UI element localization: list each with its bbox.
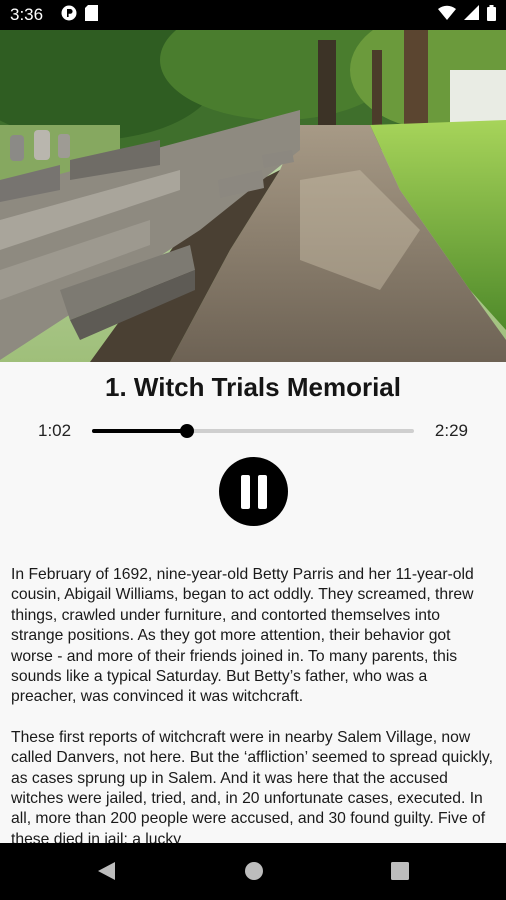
navigation-bar — [0, 843, 506, 900]
track-title: 1. Witch Trials Memorial — [105, 372, 401, 402]
seek-bar-thumb[interactable] — [179, 424, 194, 438]
description-paragraph-1: In February of 1692, nine-year-old Betty… — [11, 566, 474, 706]
battery-icon — [487, 4, 496, 26]
pause-icon — [240, 474, 267, 509]
pause-button[interactable] — [219, 457, 288, 526]
cemetery-path-photo — [0, 30, 506, 362]
home-icon — [245, 862, 263, 880]
recents-button[interactable] — [390, 861, 410, 886]
hero-image — [0, 30, 506, 362]
recents-icon — [391, 862, 409, 880]
signal-icon — [464, 5, 479, 25]
home-button[interactable] — [244, 861, 264, 886]
audio-progress-row: 1:02 2:29 — [0, 418, 506, 444]
current-time: 1:02 — [38, 421, 72, 440]
seek-bar-progress — [92, 429, 187, 433]
seek-bar[interactable] — [92, 424, 414, 438]
back-icon — [98, 862, 115, 880]
status-time: 3:36 — [10, 5, 44, 24]
wifi-icon — [438, 5, 456, 25]
sd-card-icon — [85, 4, 99, 26]
description-paragraph-2: These first reports of witchcraft were i… — [11, 728, 493, 843]
back-button[interactable] — [97, 861, 117, 886]
total-time: 2:29 — [434, 421, 468, 440]
description-text: In February of 1692, nine-year-old Betty… — [11, 565, 495, 843]
app-notification-icon — [61, 5, 77, 26]
status-bar: 3:36 — [0, 0, 506, 30]
